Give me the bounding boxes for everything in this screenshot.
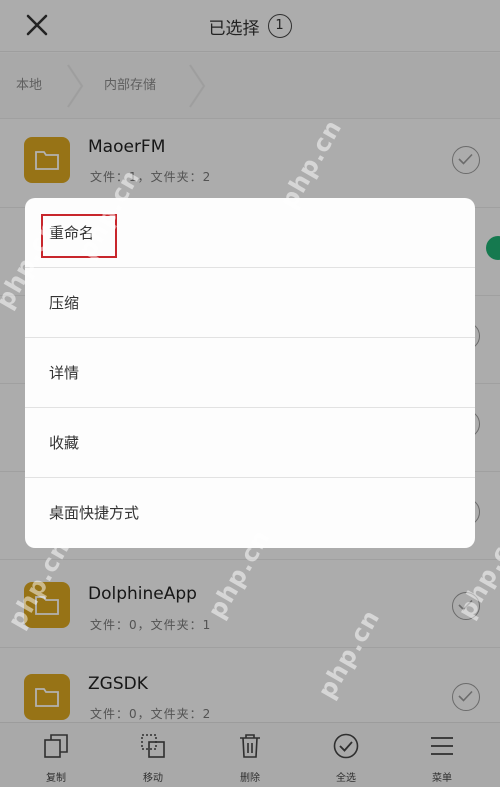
menu-item-details[interactable]: 详情: [25, 338, 475, 408]
menu-item-label: 桌面快捷方式: [49, 504, 140, 522]
file-manager-screen: 已选择 1 本地 内部存储 MaoerFM 文件：1，文件夹：2 Dolphin…: [0, 0, 500, 787]
menu-item-favorite[interactable]: 收藏: [25, 408, 475, 478]
menu-item-label: 详情: [49, 364, 80, 382]
menu-item-compress[interactable]: 压缩: [25, 268, 475, 338]
menu-item-label: 压缩: [49, 294, 80, 312]
menu-item-label: 收藏: [49, 434, 80, 452]
